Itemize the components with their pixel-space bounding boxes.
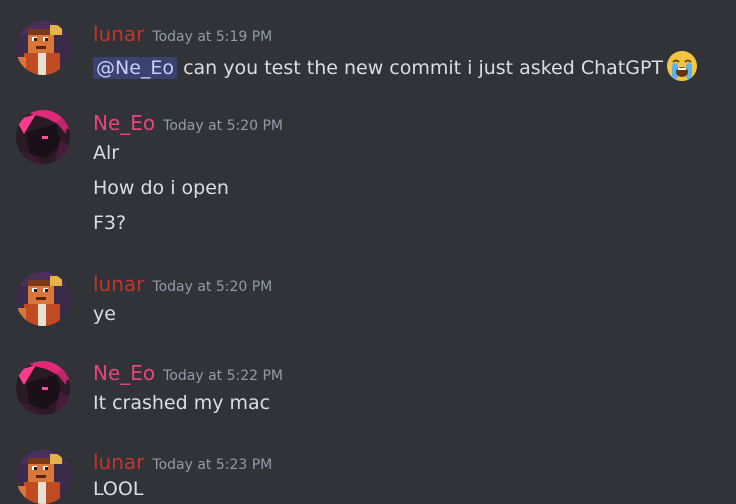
- message-content: can you test the new commit i just asked…: [183, 57, 664, 79]
- avatar-lunar-image: [16, 450, 70, 504]
- username[interactable]: Ne_Eo: [93, 361, 155, 385]
- message-text: F3?: [93, 212, 127, 234]
- avatar-lunar-image: [16, 21, 70, 75]
- avatar-neeo-image: [16, 110, 70, 164]
- message-header: Ne_Eo Today at 5:22 PM: [93, 361, 283, 385]
- message-text: Alr: [93, 142, 120, 164]
- message-header: Ne_Eo Today at 5:20 PM: [93, 111, 283, 135]
- message-text: ye: [93, 303, 116, 325]
- message-header: lunar Today at 5:19 PM: [93, 22, 272, 46]
- avatar[interactable]: [16, 272, 70, 326]
- username[interactable]: lunar: [93, 22, 144, 46]
- message-text: It crashed my mac: [93, 392, 271, 414]
- username[interactable]: Ne_Eo: [93, 111, 155, 135]
- username[interactable]: lunar: [93, 450, 144, 474]
- avatar[interactable]: [16, 110, 70, 164]
- message-header: lunar Today at 5:23 PM: [93, 450, 272, 474]
- user-mention[interactable]: @Ne_Eo: [93, 57, 178, 79]
- avatar-neeo-image: [16, 361, 70, 415]
- timestamp[interactable]: Today at 5:20 PM: [163, 118, 283, 134]
- message-text: LOOL: [93, 478, 144, 500]
- timestamp[interactable]: Today at 5:19 PM: [152, 29, 272, 45]
- avatar-lunar-image: [16, 272, 70, 326]
- message-text: @Ne_Eo can you test the new commit i jus…: [93, 50, 698, 82]
- avatar[interactable]: [16, 361, 70, 415]
- avatar[interactable]: [16, 21, 70, 75]
- timestamp[interactable]: Today at 5:22 PM: [163, 368, 283, 384]
- loudly-crying-face-icon: [666, 50, 698, 82]
- timestamp[interactable]: Today at 5:20 PM: [152, 279, 272, 295]
- timestamp[interactable]: Today at 5:23 PM: [152, 457, 272, 473]
- message-text: How do i open: [93, 177, 229, 199]
- message-header: lunar Today at 5:20 PM: [93, 272, 272, 296]
- avatar[interactable]: [16, 450, 70, 504]
- username[interactable]: lunar: [93, 272, 144, 296]
- chat-messages: lunar Today at 5:19 PM @Ne_Eo can you tes…: [0, 0, 736, 504]
